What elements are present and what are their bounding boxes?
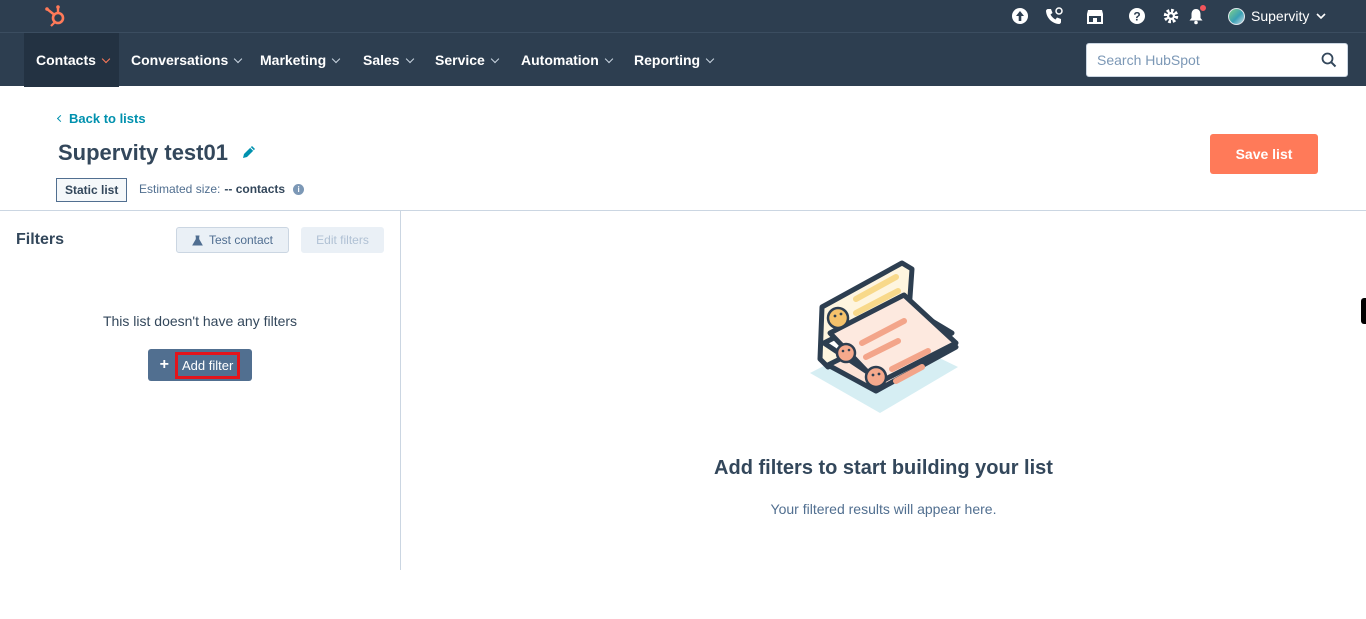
settings-gear-icon[interactable] [1162, 7, 1180, 25]
plus-icon: + [159, 356, 170, 373]
back-to-lists-link[interactable]: Back to lists [56, 111, 146, 126]
account-name: Supervity [1251, 8, 1310, 24]
chevron-down-icon [1316, 13, 1326, 20]
chevron-down-icon [490, 54, 500, 63]
header-divider [0, 210, 1366, 211]
nav-label: Service [435, 52, 485, 68]
info-icon[interactable]: i [293, 183, 305, 195]
add-filter-button[interactable]: + Add filter [148, 349, 252, 381]
notification-badge [1199, 4, 1207, 12]
nav-automation[interactable]: Automation [521, 33, 614, 87]
main-nav: Contacts Conversations Marketing Sales S… [0, 32, 1366, 87]
estimated-label: Estimated size: [139, 182, 221, 196]
pencil-edit-icon[interactable] [240, 143, 258, 161]
estimated-value: -- contacts [224, 182, 286, 196]
estimated-size: Estimated size: -- contacts i [139, 182, 305, 196]
side-panel-handle[interactable] [1361, 298, 1366, 324]
save-list-button[interactable]: Save list [1210, 134, 1318, 174]
chevron-down-icon [705, 54, 715, 63]
list-type-badge: Static list [56, 178, 128, 202]
hubspot-logo-icon[interactable] [44, 4, 68, 28]
nav-label: Contacts [36, 52, 96, 68]
help-icon[interactable]: ? [1128, 7, 1146, 25]
avatar [1228, 7, 1245, 25]
test-contact-label: Test contact [208, 233, 274, 247]
chevron-left-icon [56, 114, 65, 123]
search-box [1086, 43, 1348, 77]
empty-state-title: Add filters to start building your list [714, 457, 1053, 479]
add-filter-label: Add filter [175, 351, 241, 379]
calling-icon[interactable] [1045, 7, 1063, 25]
back-label: Back to lists [69, 111, 146, 126]
test-contact-button[interactable]: Test contact [176, 227, 289, 253]
nav-label: Reporting [634, 52, 701, 68]
upgrade-icon[interactable] [1011, 7, 1029, 25]
chevron-down-icon [101, 54, 111, 63]
filters-title: Filters [16, 231, 65, 248]
nav-label: Marketing [260, 52, 327, 68]
account-menu[interactable]: Supervity [1228, 6, 1327, 26]
search-input[interactable] [1097, 52, 1321, 68]
nav-sales[interactable]: Sales [363, 33, 414, 87]
marketplace-icon[interactable] [1086, 7, 1104, 25]
nav-reporting[interactable]: Reporting [634, 33, 715, 87]
nav-service[interactable]: Service [435, 33, 500, 87]
search-icon[interactable] [1321, 52, 1337, 68]
filter-cards-illustration [810, 260, 959, 413]
notifications-bell-icon[interactable] [1187, 4, 1207, 25]
chevron-down-icon [604, 54, 614, 63]
nav-label: Conversations [131, 52, 229, 68]
chevron-down-icon [405, 54, 414, 63]
nav-conversations[interactable]: Conversations [131, 33, 243, 87]
nav-marketing[interactable]: Marketing [260, 33, 341, 87]
svg-text:?: ? [1133, 10, 1140, 24]
chevron-down-icon [234, 54, 243, 63]
top-bar: ? Supervity [0, 0, 1366, 32]
nav-label: Sales [363, 52, 400, 68]
edit-filters-button[interactable]: Edit filters [301, 227, 384, 253]
no-filters-message: This list doesn't have any filters [102, 313, 298, 329]
empty-state-subtitle: Your filtered results will appear here. [770, 501, 997, 517]
flask-icon [192, 235, 203, 245]
page-title: Supervity test01 [58, 140, 228, 165]
chevron-down-icon [331, 54, 341, 63]
nav-contacts[interactable]: Contacts [24, 33, 119, 87]
nav-label: Automation [521, 52, 599, 68]
